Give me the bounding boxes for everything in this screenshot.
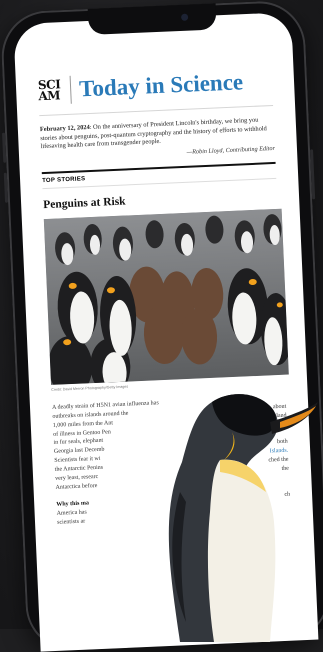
masthead: SCI AM Today in Science (37, 67, 274, 117)
volume-button (2, 132, 7, 163)
phone-notch (87, 3, 217, 35)
sciam-logo: SCI AM (37, 77, 61, 104)
penguin-colony-image (43, 208, 289, 385)
newsletter-title: Today in Science (78, 69, 244, 102)
intro-date: February 12, 2024 (39, 124, 90, 134)
story-photo[interactable] (43, 208, 289, 385)
volume-button (3, 172, 9, 203)
camera-icon (180, 13, 189, 21)
intro-text: : On the anniversary of President Lincol… (40, 116, 267, 151)
story-headline[interactable]: Penguins at Risk (43, 189, 277, 211)
king-penguin-overlay (168, 394, 318, 642)
logo-divider (69, 75, 72, 104)
